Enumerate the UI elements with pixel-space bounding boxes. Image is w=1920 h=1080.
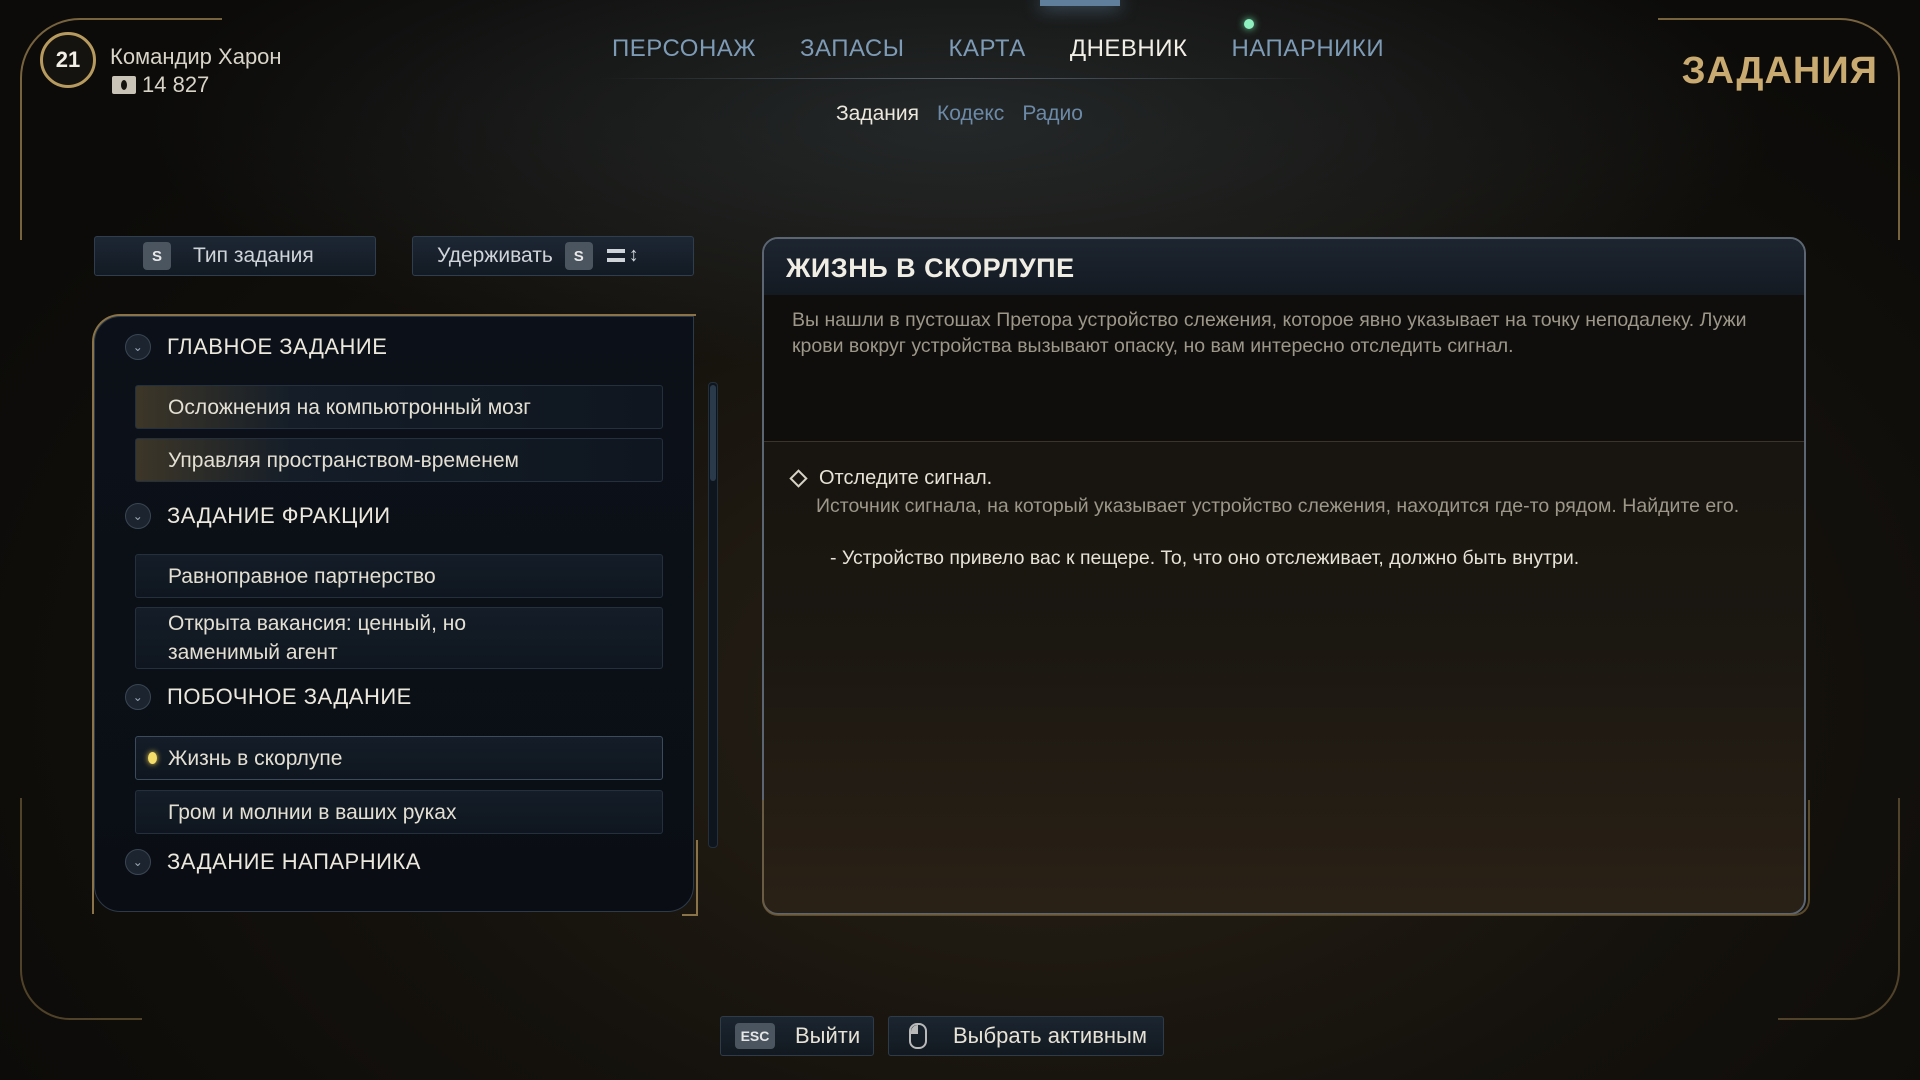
player-money: 14 827 (112, 72, 209, 98)
tab-companions[interactable]: НАПАРНИКИ (1209, 34, 1406, 70)
tab-inventory[interactable]: ЗАПАСЫ (778, 34, 927, 70)
chevron-down-icon: ⌄ (125, 684, 151, 710)
chevron-down-icon: ⌄ (125, 503, 151, 529)
scrollbar-thumb[interactable] (710, 385, 716, 481)
objective-note: - Устройство привело вас к пещере. То, ч… (830, 547, 1580, 569)
quest-title: Осложнения на компьютронный мозг (168, 395, 531, 419)
quest-item[interactable]: Осложнения на компьютронный мозг (135, 385, 663, 429)
quest-item-active[interactable]: Жизнь в скорлупе (135, 736, 663, 780)
subtab-codex[interactable]: Кодекс (937, 102, 1004, 126)
detail-description: Вы нашли в пустошах Претора устройство с… (792, 309, 1747, 357)
category-title: ЗАДАНИЕ ФРАКЦИИ (167, 503, 391, 528)
category-title: ПОБОЧНОЕ ЗАДАНИЕ (167, 684, 412, 709)
esc-key-icon: ESC (735, 1023, 775, 1049)
category-title: ГЛАВНОЕ ЗАДАНИЕ (167, 334, 388, 359)
quest-title: Открыта вакансия: ценный, но заменимый а… (168, 612, 467, 664)
currency-icon (112, 76, 136, 94)
quest-item[interactable]: Управляя пространством-временем (135, 438, 663, 482)
category-faction-quest[interactable]: ⌄ ЗАДАНИЕ ФРАКЦИИ (125, 498, 391, 534)
money-value: 14 827 (142, 72, 210, 97)
tab-divider (600, 78, 1320, 79)
subtab-quests[interactable]: Задания (836, 102, 919, 126)
main-tabs: ПЕРСОНАЖ ЗАПАСЫ КАРТА ДНЕВНИК НАПАРНИКИ (590, 34, 1406, 70)
objective-title: Отследите сигнал. (819, 467, 993, 489)
quest-item[interactable]: Открыта вакансия: ценный, но заменимый а… (135, 607, 663, 669)
quest-item[interactable]: Гром и молнии в ваших руках (135, 790, 663, 834)
notification-dot-icon (1244, 19, 1254, 29)
category-title: ЗАДАНИЕ НАПАРНИКА (167, 849, 421, 874)
quest-type-filter-button[interactable]: S Тип задания (94, 236, 376, 276)
quest-title: Жизнь в скорлупе (168, 746, 343, 770)
mouse-left-click-icon (909, 1023, 927, 1049)
subtab-radio[interactable]: Радио (1022, 102, 1083, 126)
level-badge: 21 (40, 32, 96, 88)
chevron-down-icon: ⌄ (125, 849, 151, 875)
quest-list-panel: ⌄ ГЛАВНОЕ ЗАДАНИЕ Осложнения на компьютр… (94, 316, 694, 912)
objective-diamond-icon (789, 469, 808, 488)
quest-title: Равноправное партнерство (168, 564, 436, 588)
active-tab-glow (1040, 0, 1120, 6)
category-side-quest[interactable]: ⌄ ПОБОЧНОЕ ЗАДАНИЕ (125, 679, 412, 715)
hold-label: Удерживать (437, 244, 553, 267)
category-main-quest[interactable]: ⌄ ГЛАВНОЕ ЗАДАНИЕ (125, 329, 387, 365)
player-name: Командир Харон (110, 44, 282, 69)
tab-character[interactable]: ПЕРСОНАЖ (590, 34, 778, 70)
detail-title: ЖИЗНЬ В СКОРЛУПЕ (786, 253, 1075, 283)
quest-item[interactable]: Равноправное партнерство (135, 554, 663, 598)
chevron-down-icon: ⌄ (125, 334, 151, 360)
quest-list-scrollbar[interactable] (708, 382, 718, 848)
quest-detail-panel: ЖИЗНЬ В СКОРЛУПЕ Вы нашли в пустошах Пре… (762, 237, 1806, 915)
objective: Отследите сигнал. (789, 467, 993, 490)
level-value: 21 (55, 47, 81, 72)
page-title: ЗАДАНИЯ (1681, 50, 1878, 92)
tab-map[interactable]: КАРТА (927, 34, 1048, 70)
category-companion-quest[interactable]: ⌄ ЗАДАНИЕ НАПАРНИКА (125, 844, 421, 880)
set-active-button[interactable]: Выбрать активным (888, 1016, 1164, 1056)
exit-button[interactable]: ESC Выйти (720, 1016, 874, 1056)
quest-title: Гром и молнии в ваших руках (168, 800, 457, 824)
objective-description: Источник сигнала, на который указывает у… (816, 495, 1740, 517)
tab-journal[interactable]: ДНЕВНИК (1048, 34, 1210, 70)
quest-type-label: Тип задания (193, 244, 314, 267)
key-s-icon: S (564, 242, 593, 270)
key-s-icon: S (143, 242, 171, 270)
active-quest-marker-icon (148, 752, 157, 764)
set-active-label: Выбрать активным (953, 1023, 1147, 1048)
sub-tabs: Задания Кодекс Радио (836, 102, 1083, 126)
hold-sort-button[interactable]: Удерживать S ↕ (412, 236, 694, 276)
quest-title: Управляя пространством-временем (168, 448, 519, 472)
sort-icon: ↕ (606, 245, 643, 267)
exit-label: Выйти (795, 1023, 861, 1048)
